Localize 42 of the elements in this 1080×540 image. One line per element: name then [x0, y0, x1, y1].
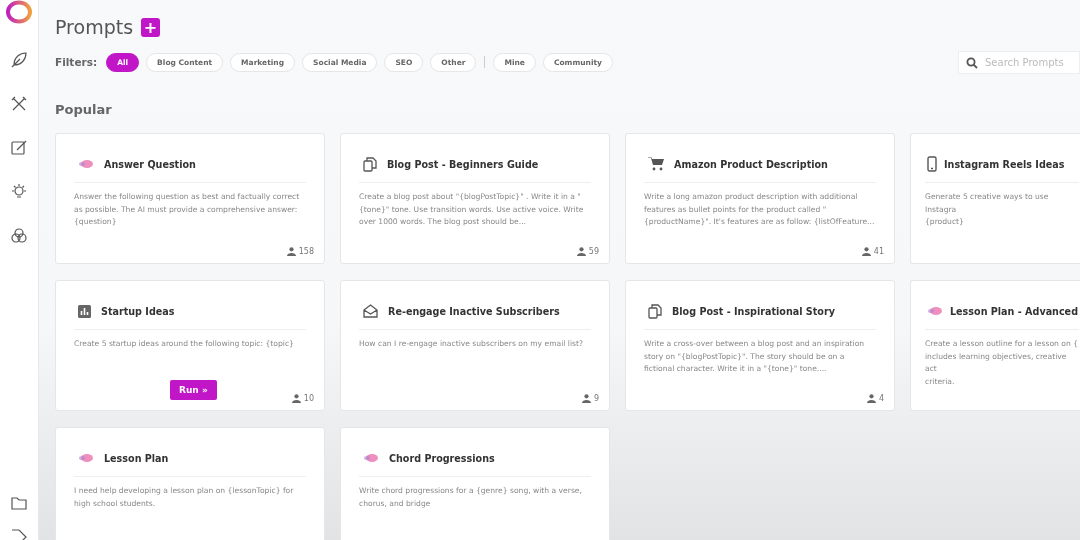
lightbulb-icon[interactable]: [10, 183, 28, 201]
card-title: Re-engage Inactive Subscribers: [388, 305, 560, 317]
card-title: Amazon Product Description: [674, 158, 828, 170]
add-prompt-button[interactable]: +: [141, 17, 161, 37]
usage-count: 59: [588, 247, 599, 256]
card-title: Startup Ideas: [101, 305, 175, 317]
page-title: Prompts: [55, 16, 134, 38]
user-icon: [861, 247, 871, 256]
card-title: Blog Post - Beginners Guide: [387, 158, 539, 170]
edit-icon[interactable]: [10, 139, 28, 157]
usage-count: 4: [878, 394, 884, 403]
usage-count: 9: [593, 394, 599, 403]
cart-icon: [648, 157, 664, 171]
user-icon: [576, 247, 586, 256]
copy-icon: [648, 303, 662, 319]
circles-icon[interactable]: [10, 227, 28, 245]
user-icon: [291, 394, 301, 403]
user-icon: [866, 394, 876, 403]
copy-icon: [363, 156, 377, 172]
card-title: Instagram Reels Ideas: [944, 158, 1065, 170]
run-button[interactable]: Run »: [170, 380, 217, 400]
section-heading: Popular: [55, 102, 113, 119]
search-field[interactable]: Search Prompts: [958, 50, 1080, 74]
user-icon: [286, 247, 296, 256]
card-title: Lesson Plan - Advanced: [950, 305, 1078, 317]
envelope-icon: [363, 304, 378, 318]
logo-icon: [4, 0, 34, 25]
card-title: Lesson Plan: [104, 452, 169, 464]
card-title: Blog Post - Inspirational Story: [672, 305, 835, 317]
phone-icon: [927, 156, 937, 172]
card-title: Answer Question: [104, 158, 196, 170]
usage-count: 10: [303, 394, 314, 403]
usage-count: 41: [873, 247, 884, 256]
filters-label: Filters:: [55, 56, 98, 68]
search-icon: [966, 56, 978, 69]
bar-chart-icon: [78, 304, 91, 318]
card-title: Chord Progressions: [389, 452, 495, 464]
feather-icon[interactable]: [10, 51, 28, 69]
usage-count: 158: [298, 247, 314, 256]
folder-icon[interactable]: [10, 494, 28, 512]
user-icon: [581, 394, 591, 403]
tools-icon[interactable]: [10, 95, 28, 113]
